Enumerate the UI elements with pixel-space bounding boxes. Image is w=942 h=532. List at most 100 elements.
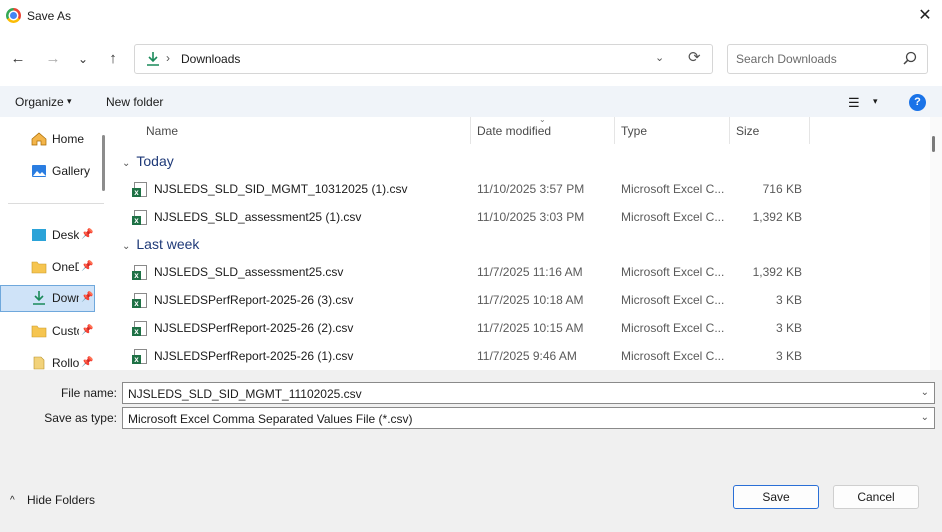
address-dropdown-button[interactable]: ⌄ xyxy=(655,51,664,64)
sidebar-item-custom[interactable]: Custom 📌 xyxy=(0,318,95,345)
group-header-last-week[interactable]: ⌄ Last week xyxy=(122,236,199,252)
close-button[interactable]: ✕ xyxy=(912,4,938,28)
gallery-icon xyxy=(32,165,46,177)
new-folder-button[interactable]: New folder xyxy=(106,95,163,109)
file-row[interactable]: NJSLEDSPerfReport-2025-26 (2).csv 11/7/2… xyxy=(112,314,930,342)
sidebar-item-label: Custom xyxy=(52,324,79,338)
refresh-button[interactable]: ⟳ xyxy=(688,48,701,66)
sidebar-item-onedrive[interactable]: OneDrive 📌 xyxy=(0,254,95,281)
view-options-icon[interactable]: ☰ xyxy=(848,95,860,111)
group-label: Today xyxy=(136,153,174,169)
file-name: NJSLEDS_SLD_assessment25.csv xyxy=(154,265,344,279)
pin-icon: 📌 xyxy=(81,261,94,272)
file-list-scrollbar[interactable] xyxy=(930,117,942,370)
file-size: 1,392 KB xyxy=(752,265,802,279)
sidebar-item-label: Gallery xyxy=(52,164,91,178)
save-as-type-select[interactable]: Microsoft Excel Comma Separated Values F… xyxy=(122,407,935,429)
sort-indicator-icon: ⌄ xyxy=(539,117,546,124)
up-button[interactable]: ↑ xyxy=(102,48,124,70)
file-date: 11/7/2025 10:18 AM xyxy=(477,293,584,307)
column-divider[interactable] xyxy=(809,117,810,144)
navigation-pane: Home Gallery Desktop 📌 OneDrive 📌 Downlo… xyxy=(0,117,112,370)
excel-file-icon xyxy=(132,265,147,280)
home-icon xyxy=(31,132,47,146)
sidebar-item-desktop[interactable]: Desktop 📌 xyxy=(0,222,95,249)
file-type: Microsoft Excel C... xyxy=(621,349,725,363)
sidebar-item-downloads[interactable]: Downloads 📌 xyxy=(0,285,95,312)
folder-icon xyxy=(31,261,47,274)
pin-icon: 📌 xyxy=(81,325,94,336)
title-bar: Save As ✕ xyxy=(0,0,942,32)
sidebar-scrollbar[interactable] xyxy=(102,135,105,191)
group-header-today[interactable]: ⌄ Today xyxy=(122,153,174,169)
file-size: 3 KB xyxy=(775,349,802,363)
excel-file-icon xyxy=(132,321,147,336)
column-header-type[interactable]: Type xyxy=(621,124,647,138)
scrollbar-thumb[interactable] xyxy=(932,136,935,152)
file-name-label: File name: xyxy=(60,386,117,400)
hide-folders-button[interactable]: Hide Folders xyxy=(27,493,95,507)
chevron-up-icon[interactable]: ^ xyxy=(10,495,15,506)
file-date: 11/7/2025 9:46 AM xyxy=(477,349,577,363)
breadcrumb-downloads[interactable]: Downloads xyxy=(181,52,240,66)
file-row[interactable]: NJSLEDS_SLD_SID_MGMT_10312025 (1).csv 11… xyxy=(112,175,930,203)
save-as-type-label: Save as type: xyxy=(44,411,117,425)
column-header-size[interactable]: Size xyxy=(736,124,759,138)
sidebar-item-label: Home xyxy=(52,132,85,146)
file-row[interactable]: NJSLEDSPerfReport-2025-26 (1).csv 11/7/2… xyxy=(112,342,930,370)
pin-icon: 📌 xyxy=(81,292,94,303)
sidebar-item-label: Downloads xyxy=(52,291,79,305)
column-header-date[interactable]: Date modified xyxy=(477,124,551,138)
sidebar-item-rollover[interactable]: Rollover 📌 xyxy=(0,350,95,370)
search-icon xyxy=(903,51,917,65)
cancel-button[interactable]: Cancel xyxy=(833,485,919,509)
column-header-name[interactable]: Name xyxy=(146,124,178,138)
sidebar-item-gallery[interactable]: Gallery xyxy=(0,158,95,185)
back-button[interactable]: ← xyxy=(7,48,29,70)
search-box[interactable]: Search Downloads xyxy=(727,44,928,74)
file-list: Name ⌄ Date modified Type Size ⌄ Today NJ… xyxy=(112,117,930,370)
search-input[interactable]: Search Downloads xyxy=(736,52,837,66)
organize-button[interactable]: Organize xyxy=(15,95,64,109)
file-name: NJSLEDSPerfReport-2025-26 (2).csv xyxy=(154,321,354,335)
group-label: Last week xyxy=(136,236,200,252)
excel-file-icon xyxy=(132,210,147,225)
file-size: 1,392 KB xyxy=(752,210,802,224)
forward-button[interactable]: → xyxy=(42,48,64,70)
file-type: Microsoft Excel C... xyxy=(621,293,725,307)
chevron-down-icon[interactable]: ⌄ xyxy=(921,412,929,423)
sidebar-item-home[interactable]: Home xyxy=(0,126,95,153)
file-row[interactable]: NJSLEDS_SLD_assessment25 (1).csv 11/10/2… xyxy=(112,203,930,231)
pin-icon: 📌 xyxy=(81,357,94,368)
file-row[interactable]: NJSLEDSPerfReport-2025-26 (3).csv 11/7/2… xyxy=(112,286,930,314)
chevron-down-icon[interactable]: ▾ xyxy=(873,96,878,107)
file-name: NJSLEDS_SLD_SID_MGMT_10312025 (1).csv xyxy=(154,182,408,196)
column-divider[interactable] xyxy=(470,117,471,144)
excel-file-icon xyxy=(132,293,147,308)
recent-locations-button[interactable]: ⌄ xyxy=(72,48,94,70)
sidebar-item-label: Rollover xyxy=(52,356,79,370)
save-as-type-value: Microsoft Excel Comma Separated Values F… xyxy=(128,412,413,426)
help-icon[interactable]: ? xyxy=(909,94,926,111)
column-divider[interactable] xyxy=(614,117,615,144)
chrome-icon xyxy=(6,8,21,23)
file-name-field[interactable]: NJSLEDS_SLD_SID_MGMT_11102025.csv ⌄ xyxy=(122,382,935,404)
sidebar-item-label: OneDrive xyxy=(52,260,79,274)
pin-icon: 📌 xyxy=(81,229,94,240)
file-date: 11/10/2025 3:03 PM xyxy=(477,210,585,224)
file-type: Microsoft Excel C... xyxy=(621,265,725,279)
breadcrumb-separator: › xyxy=(166,51,170,65)
file-row[interactable]: NJSLEDS_SLD_assessment25.csv 11/7/2025 1… xyxy=(112,258,930,286)
chevron-down-icon: ⌄ xyxy=(122,241,131,252)
sidebar-item-label: Desktop xyxy=(52,228,79,242)
file-date: 11/7/2025 11:16 AM xyxy=(477,265,583,279)
file-name-input[interactable]: NJSLEDS_SLD_SID_MGMT_11102025.csv xyxy=(128,387,362,401)
file-size: 3 KB xyxy=(775,321,802,335)
file-name: NJSLEDS_SLD_assessment25 (1).csv xyxy=(154,210,362,224)
address-bar[interactable]: › Downloads ⌄ ⟳ xyxy=(134,44,713,74)
column-divider[interactable] xyxy=(729,117,730,144)
save-button[interactable]: Save xyxy=(733,485,819,509)
chevron-down-icon: ▾ xyxy=(67,96,72,106)
dialog-footer: ^ Hide Folders Save Cancel xyxy=(0,470,942,532)
chevron-down-icon[interactable]: ⌄ xyxy=(921,387,929,398)
